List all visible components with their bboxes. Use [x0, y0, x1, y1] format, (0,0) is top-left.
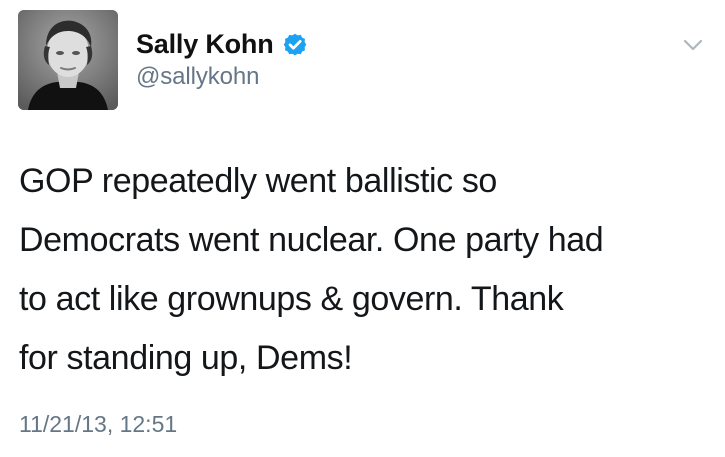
avatar[interactable] — [18, 10, 118, 110]
chevron-down-icon[interactable] — [679, 31, 707, 59]
author-display-name[interactable]: Sally Kohn — [136, 29, 274, 60]
verified-badge-icon — [282, 32, 308, 58]
tweet-timestamp[interactable]: 11/21/13, 12:51 — [19, 411, 177, 438]
tweet-header: Sally Kohn @sallykohn — [136, 27, 308, 91]
tweet-text: GOP repeatedly went ballistic so Democra… — [19, 162, 604, 377]
author-name-row: Sally Kohn — [136, 27, 308, 61]
profile-photo — [18, 10, 118, 110]
author-handle[interactable]: @sallykohn — [136, 63, 308, 91]
tweet-card: Sally Kohn @sallykohn GOP repeatedly wen… — [0, 0, 725, 457]
